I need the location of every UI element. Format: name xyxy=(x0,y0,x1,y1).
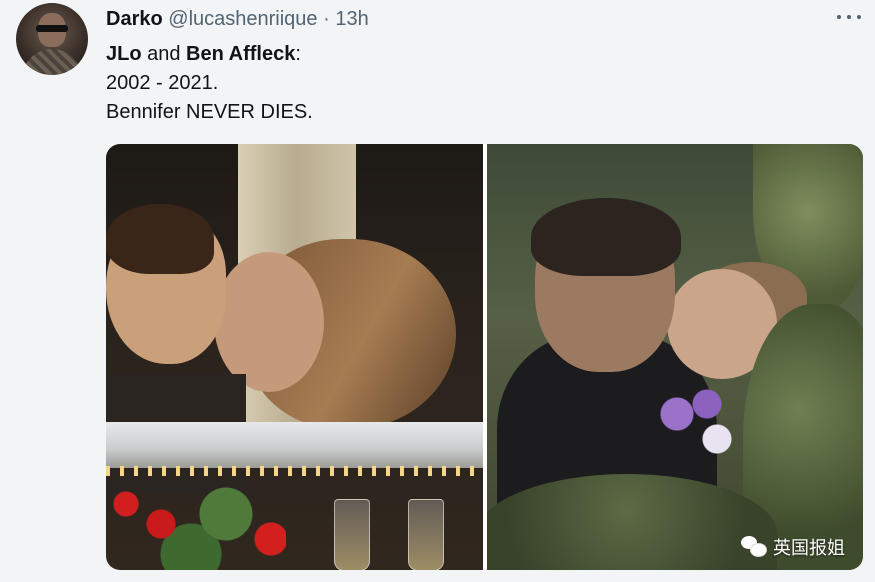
tweet-text-line-3: Bennifer NEVER DIES. xyxy=(106,101,313,123)
wine-glass xyxy=(334,499,370,570)
timestamp[interactable]: 13h xyxy=(335,8,368,30)
wechat-icon xyxy=(741,536,767,558)
author-handle[interactable]: @lucashenriique xyxy=(168,8,317,30)
tweet-header: Darko @lucashenriique · 13h xyxy=(106,7,369,31)
champagne-glass xyxy=(408,499,444,570)
avatar-glasses xyxy=(36,25,68,32)
author-name[interactable]: Darko xyxy=(106,8,163,30)
purple-flowers xyxy=(646,384,747,464)
railing xyxy=(106,422,483,468)
more-icon[interactable] xyxy=(837,10,861,24)
connector: and xyxy=(141,43,187,65)
tweet[interactable]: Darko @lucashenriique · 13h JLo and Ben … xyxy=(0,0,875,582)
photo-2002[interactable] xyxy=(106,144,483,570)
mention-ben-affleck: Ben Affleck xyxy=(186,43,296,65)
mention-jlo: JLo xyxy=(106,43,142,65)
avatar[interactable] xyxy=(16,3,88,75)
man-hair xyxy=(530,198,681,276)
media-grid: 英国报姐 xyxy=(106,144,863,570)
tweet-text-line-1: JLo and Ben Affleck: xyxy=(106,40,313,69)
avatar-shirt xyxy=(22,49,82,75)
foreground-bush xyxy=(486,474,777,570)
man-hair xyxy=(106,204,214,274)
woman-face xyxy=(214,252,324,392)
photo-2021[interactable]: 英国报姐 xyxy=(486,144,863,570)
string-lights xyxy=(106,466,483,476)
colon: : xyxy=(295,43,301,65)
watermark-text: 英国报姐 xyxy=(773,538,845,558)
tweet-text-line-2: 2002 - 2021. xyxy=(106,72,219,94)
watermark: 英国报姐 xyxy=(741,534,845,560)
tweet-text: JLo and Ben Affleck: 2002 - 2021. Bennif… xyxy=(106,40,313,127)
separator-dot: · xyxy=(323,8,330,30)
red-flowers xyxy=(106,484,286,570)
